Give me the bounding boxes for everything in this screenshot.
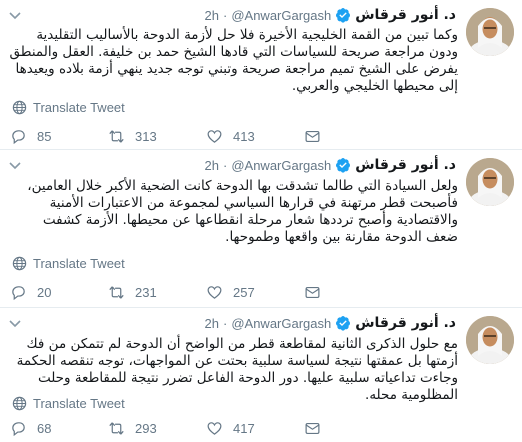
retweet-icon (109, 130, 124, 143)
separator-dot: · (222, 157, 228, 173)
reply-icon (12, 286, 25, 301)
tweet-header: د. أنور قرقاش @AnwarGargash · 2h (205, 315, 456, 331)
reply-button[interactable]: 20 (10, 284, 108, 301)
verified-badge-icon (336, 158, 351, 173)
tweet-timestamp[interactable]: 2h (205, 8, 219, 23)
globe-icon (12, 100, 27, 115)
direct-message-button[interactable] (304, 284, 402, 301)
retweet-icon (109, 286, 124, 299)
mail-icon (305, 286, 320, 299)
author-name[interactable]: د. أنور قرقاش (355, 7, 456, 23)
chevron-down-icon[interactable] (8, 8, 22, 22)
tweet-text: ولعل السيادة التي طالما تشدقت بها الدوحة… (27, 178, 458, 245)
heart-icon (207, 130, 222, 143)
tweet-text: وكما تبين من القمة الخليجية الأخيرة فلا … (9, 27, 459, 94)
tweet-header: د. أنور قرقاش @AnwarGargash · 2h (205, 7, 456, 23)
author-name[interactable]: د. أنور قرقاش (355, 157, 456, 173)
reply-count: 20 (37, 285, 52, 300)
avatar[interactable] (466, 8, 514, 56)
heart-icon (207, 422, 222, 435)
chevron-down-icon[interactable] (8, 316, 22, 330)
retweet-button[interactable]: 293 (108, 420, 206, 437)
author-handle[interactable]: @AnwarGargash (231, 8, 331, 23)
retweet-icon (109, 422, 124, 435)
avatar[interactable] (466, 316, 514, 364)
heart-icon (207, 286, 222, 299)
like-button[interactable]: 417 (206, 420, 304, 437)
tweet-header: د. أنور قرقاش @AnwarGargash · 2h (205, 157, 456, 173)
translate-tweet-link[interactable]: Translate Tweet (12, 256, 125, 271)
translate-label: Translate Tweet (33, 396, 125, 411)
like-button[interactable]: 413 (206, 128, 304, 145)
author-handle[interactable]: @AnwarGargash (231, 316, 331, 331)
translate-label: Translate Tweet (33, 100, 125, 115)
globe-icon (12, 396, 27, 411)
reply-count: 68 (37, 421, 52, 436)
retweet-button[interactable]: 313 (108, 128, 206, 145)
direct-message-button[interactable] (304, 420, 402, 437)
translate-tweet-link[interactable]: Translate Tweet (12, 396, 125, 411)
like-count: 413 (233, 129, 255, 144)
tweet-card[interactable]: د. أنور قرقاش @AnwarGargash · 2h وكما تب… (0, 0, 522, 150)
retweet-count: 313 (135, 129, 157, 144)
verified-badge-icon (336, 8, 351, 23)
reply-button[interactable]: 68 (10, 420, 108, 437)
avatar[interactable] (466, 158, 514, 206)
reply-button[interactable]: 85 (10, 128, 108, 145)
reply-count: 85 (37, 129, 52, 144)
mail-icon (305, 422, 320, 435)
like-count: 257 (233, 285, 255, 300)
reply-icon (12, 130, 25, 145)
chevron-down-icon[interactable] (8, 158, 22, 172)
like-button[interactable]: 257 (206, 284, 304, 301)
retweet-count: 231 (135, 285, 157, 300)
verified-badge-icon (336, 316, 351, 331)
retweet-button[interactable]: 231 (108, 284, 206, 301)
globe-icon (12, 256, 27, 271)
like-count: 417 (233, 421, 255, 436)
tweet-timestamp[interactable]: 2h (205, 158, 219, 173)
tweet-actions: 85 313 413 (10, 128, 402, 145)
direct-message-button[interactable] (304, 128, 402, 145)
tweet-actions: 68 293 417 (10, 420, 402, 437)
separator-dot: · (222, 7, 228, 23)
retweet-count: 293 (135, 421, 157, 436)
author-name[interactable]: د. أنور قرقاش (355, 315, 456, 331)
separator-dot: · (222, 315, 228, 331)
tweet-card[interactable]: د. أنور قرقاش @AnwarGargash · 2h مع حلول… (0, 308, 522, 442)
tweet-timestamp[interactable]: 2h (205, 316, 219, 331)
translate-label: Translate Tweet (33, 256, 125, 271)
translate-tweet-link[interactable]: Translate Tweet (12, 100, 125, 115)
tweet-text: مع حلول الذكرى الثانية لمقاطعة قطر من ال… (16, 336, 458, 403)
reply-icon (12, 422, 25, 437)
tweet-card[interactable]: د. أنور قرقاش @AnwarGargash · 2h ولعل ال… (0, 150, 522, 308)
tweet-actions: 20 231 257 (10, 284, 402, 301)
mail-icon (305, 130, 320, 143)
author-handle[interactable]: @AnwarGargash (231, 158, 331, 173)
